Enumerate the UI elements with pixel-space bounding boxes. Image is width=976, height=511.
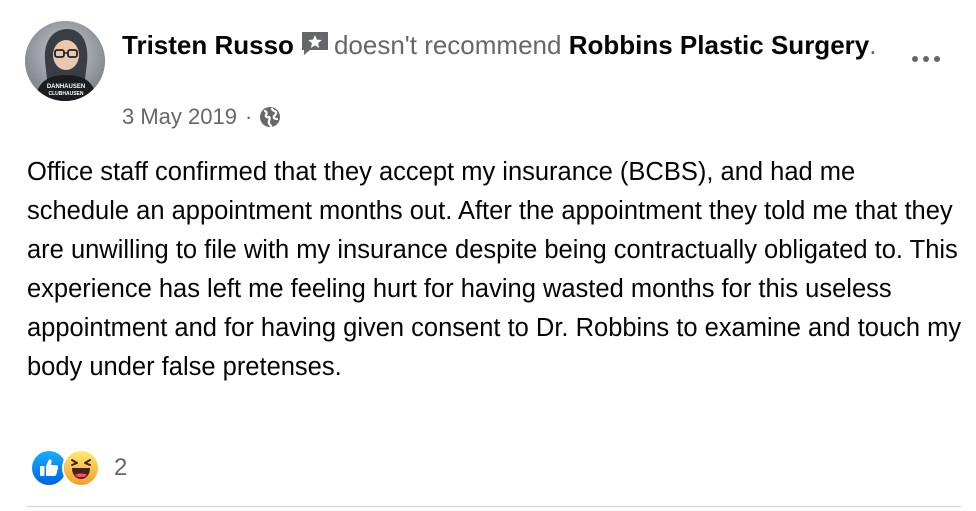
star-badge-icon[interactable] xyxy=(300,29,330,56)
page-name-link[interactable]: Robbins Plastic Surgery xyxy=(569,30,870,60)
avatar-shirt-text-2: CLUBHAUSEN xyxy=(49,91,84,97)
page-name-suffix: . xyxy=(869,30,877,60)
more-options-icon[interactable] xyxy=(905,44,947,74)
reactions-summary[interactable]: 2 xyxy=(30,449,127,487)
post-date[interactable]: 3 May 2019 xyxy=(122,104,237,130)
divider xyxy=(27,506,961,507)
reaction-count: 2 xyxy=(114,454,128,481)
haha-icon xyxy=(62,449,100,487)
avatar-image: DANHAUSEN CLUBHAUSEN xyxy=(25,21,105,101)
meta-separator: · xyxy=(244,104,253,129)
review-header: Tristen Russo doesn't recommend Robbins … xyxy=(122,26,882,64)
review-text: Office staff confirmed that they accept … xyxy=(27,158,962,381)
post-meta: 3 May 2019 · xyxy=(122,104,282,130)
globe-icon[interactable] xyxy=(258,105,282,129)
review-post: DANHAUSEN CLUBHAUSEN Tristen Russo doesn… xyxy=(0,0,976,511)
author-name[interactable]: Tristen Russo xyxy=(122,30,294,60)
recommendation-verb: doesn't recommend xyxy=(333,30,562,60)
avatar[interactable]: DANHAUSEN CLUBHAUSEN xyxy=(25,21,105,101)
avatar-shirt-text-1: DANHAUSEN xyxy=(47,84,85,90)
